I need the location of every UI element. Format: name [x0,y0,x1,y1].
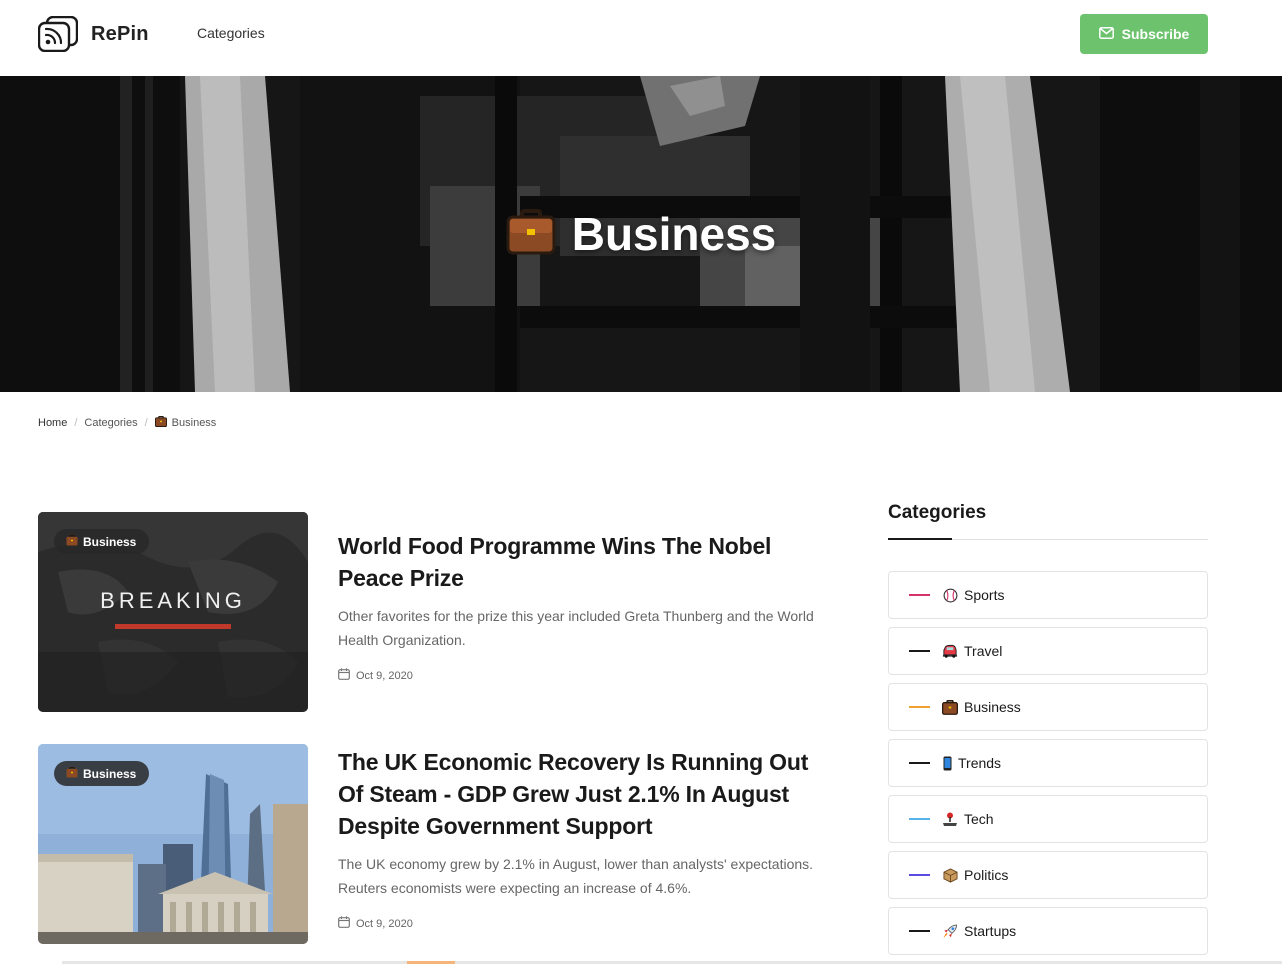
category-label: Sports [964,587,1005,603]
category-label: Travel [964,643,1003,659]
breadcrumb-home[interactable]: Home [38,417,67,429]
category-label: Trends [958,755,1002,771]
post-thumbnail[interactable]: Business [38,744,308,944]
subscribe-label: Subscribe [1121,26,1190,42]
mobile-phone-icon [942,755,952,771]
baseball-icon [942,587,958,603]
post-date-text: Oct 9, 2020 [356,917,413,930]
breadcrumb: Home / Categories / Business [38,415,217,430]
category-label: Tech [964,811,994,827]
category-color-line [909,930,930,932]
calendar-icon [338,916,350,931]
brand-name: RePin [91,22,149,45]
category-color-line [909,818,930,820]
post-card: BREAKING Business World Food Programme W… [38,512,818,712]
package-icon [942,867,958,883]
calendar-icon [338,668,350,683]
brand-logo[interactable]: RePin [37,15,149,53]
thumbnail-breaking-text: BREAKING [100,588,246,613]
briefcase-icon [154,415,167,430]
vehicle-icon [942,643,958,659]
post-date: Oct 9, 2020 [338,916,818,931]
rss-logo-icon [37,15,79,53]
mail-icon [1098,26,1114,42]
category-list: Sports Travel Business Trends Tech Polit… [888,571,1208,955]
category-color-line [909,594,930,596]
category-label: Politics [964,867,1009,883]
briefcase-icon [66,534,78,549]
post-card: Business The UK Economic Recovery Is Run… [38,744,818,944]
breadcrumb-current: Business [154,415,217,430]
category-item-trends[interactable]: Trends [888,739,1208,787]
hero-title-group: Business [0,76,1282,392]
briefcase-icon [942,699,958,715]
category-hero: Business [0,76,1282,392]
joystick-icon [942,811,958,827]
category-item-politics[interactable]: Politics [888,851,1208,899]
breadcrumb-current-label: Business [171,417,217,429]
post-thumbnail[interactable]: BREAKING Business [38,512,308,712]
breadcrumb-separator: / [144,417,148,429]
post-date: Oct 9, 2020 [338,668,818,683]
category-color-line [909,650,930,652]
post-badge-label: Business [83,534,137,549]
post-category-badge[interactable]: Business [54,761,150,786]
post-excerpt: The UK economy grew by 2.1% in August, l… [338,856,814,896]
category-item-startups[interactable]: Startups [888,907,1208,955]
post-date-text: Oct 9, 2020 [356,669,413,682]
post-body: World Food Programme Wins The Nobel Peac… [338,530,818,683]
category-item-travel[interactable]: Travel [888,627,1208,675]
hero-title: Business [571,208,777,260]
category-color-line [909,762,930,764]
sidebar-divider [888,538,1208,540]
post-body: The UK Economic Recovery Is Running Out … [338,746,818,931]
rocket-icon [942,923,958,939]
category-label: Startups [964,923,1017,939]
sidebar-title: Categories [888,502,987,523]
breadcrumb-categories[interactable]: Categories [84,417,137,429]
briefcase-icon [506,208,556,260]
briefcase-icon [66,766,78,781]
category-item-business[interactable]: Business [888,683,1208,731]
category-color-line [909,874,930,876]
category-item-sports[interactable]: Sports [888,571,1208,619]
post-excerpt: Other favorites for the prize this year … [338,608,814,648]
nav-categories-link[interactable]: Categories [197,25,265,41]
category-item-tech[interactable]: Tech [888,795,1208,843]
post-title[interactable]: The UK Economic Recovery Is Running Out … [338,746,818,842]
post-category-badge[interactable]: Business [54,529,150,554]
site-header: RePin Categories Subscribe [0,0,1282,76]
category-color-line [909,706,930,708]
sidebar: Categories Sports Travel Business Trends… [888,502,1208,963]
subscribe-button[interactable]: Subscribe [1080,14,1208,54]
breadcrumb-separator: / [74,417,78,429]
post-title[interactable]: World Food Programme Wins The Nobel Peac… [338,530,818,594]
category-label: Business [964,699,1021,715]
post-badge-label: Business [83,766,137,781]
